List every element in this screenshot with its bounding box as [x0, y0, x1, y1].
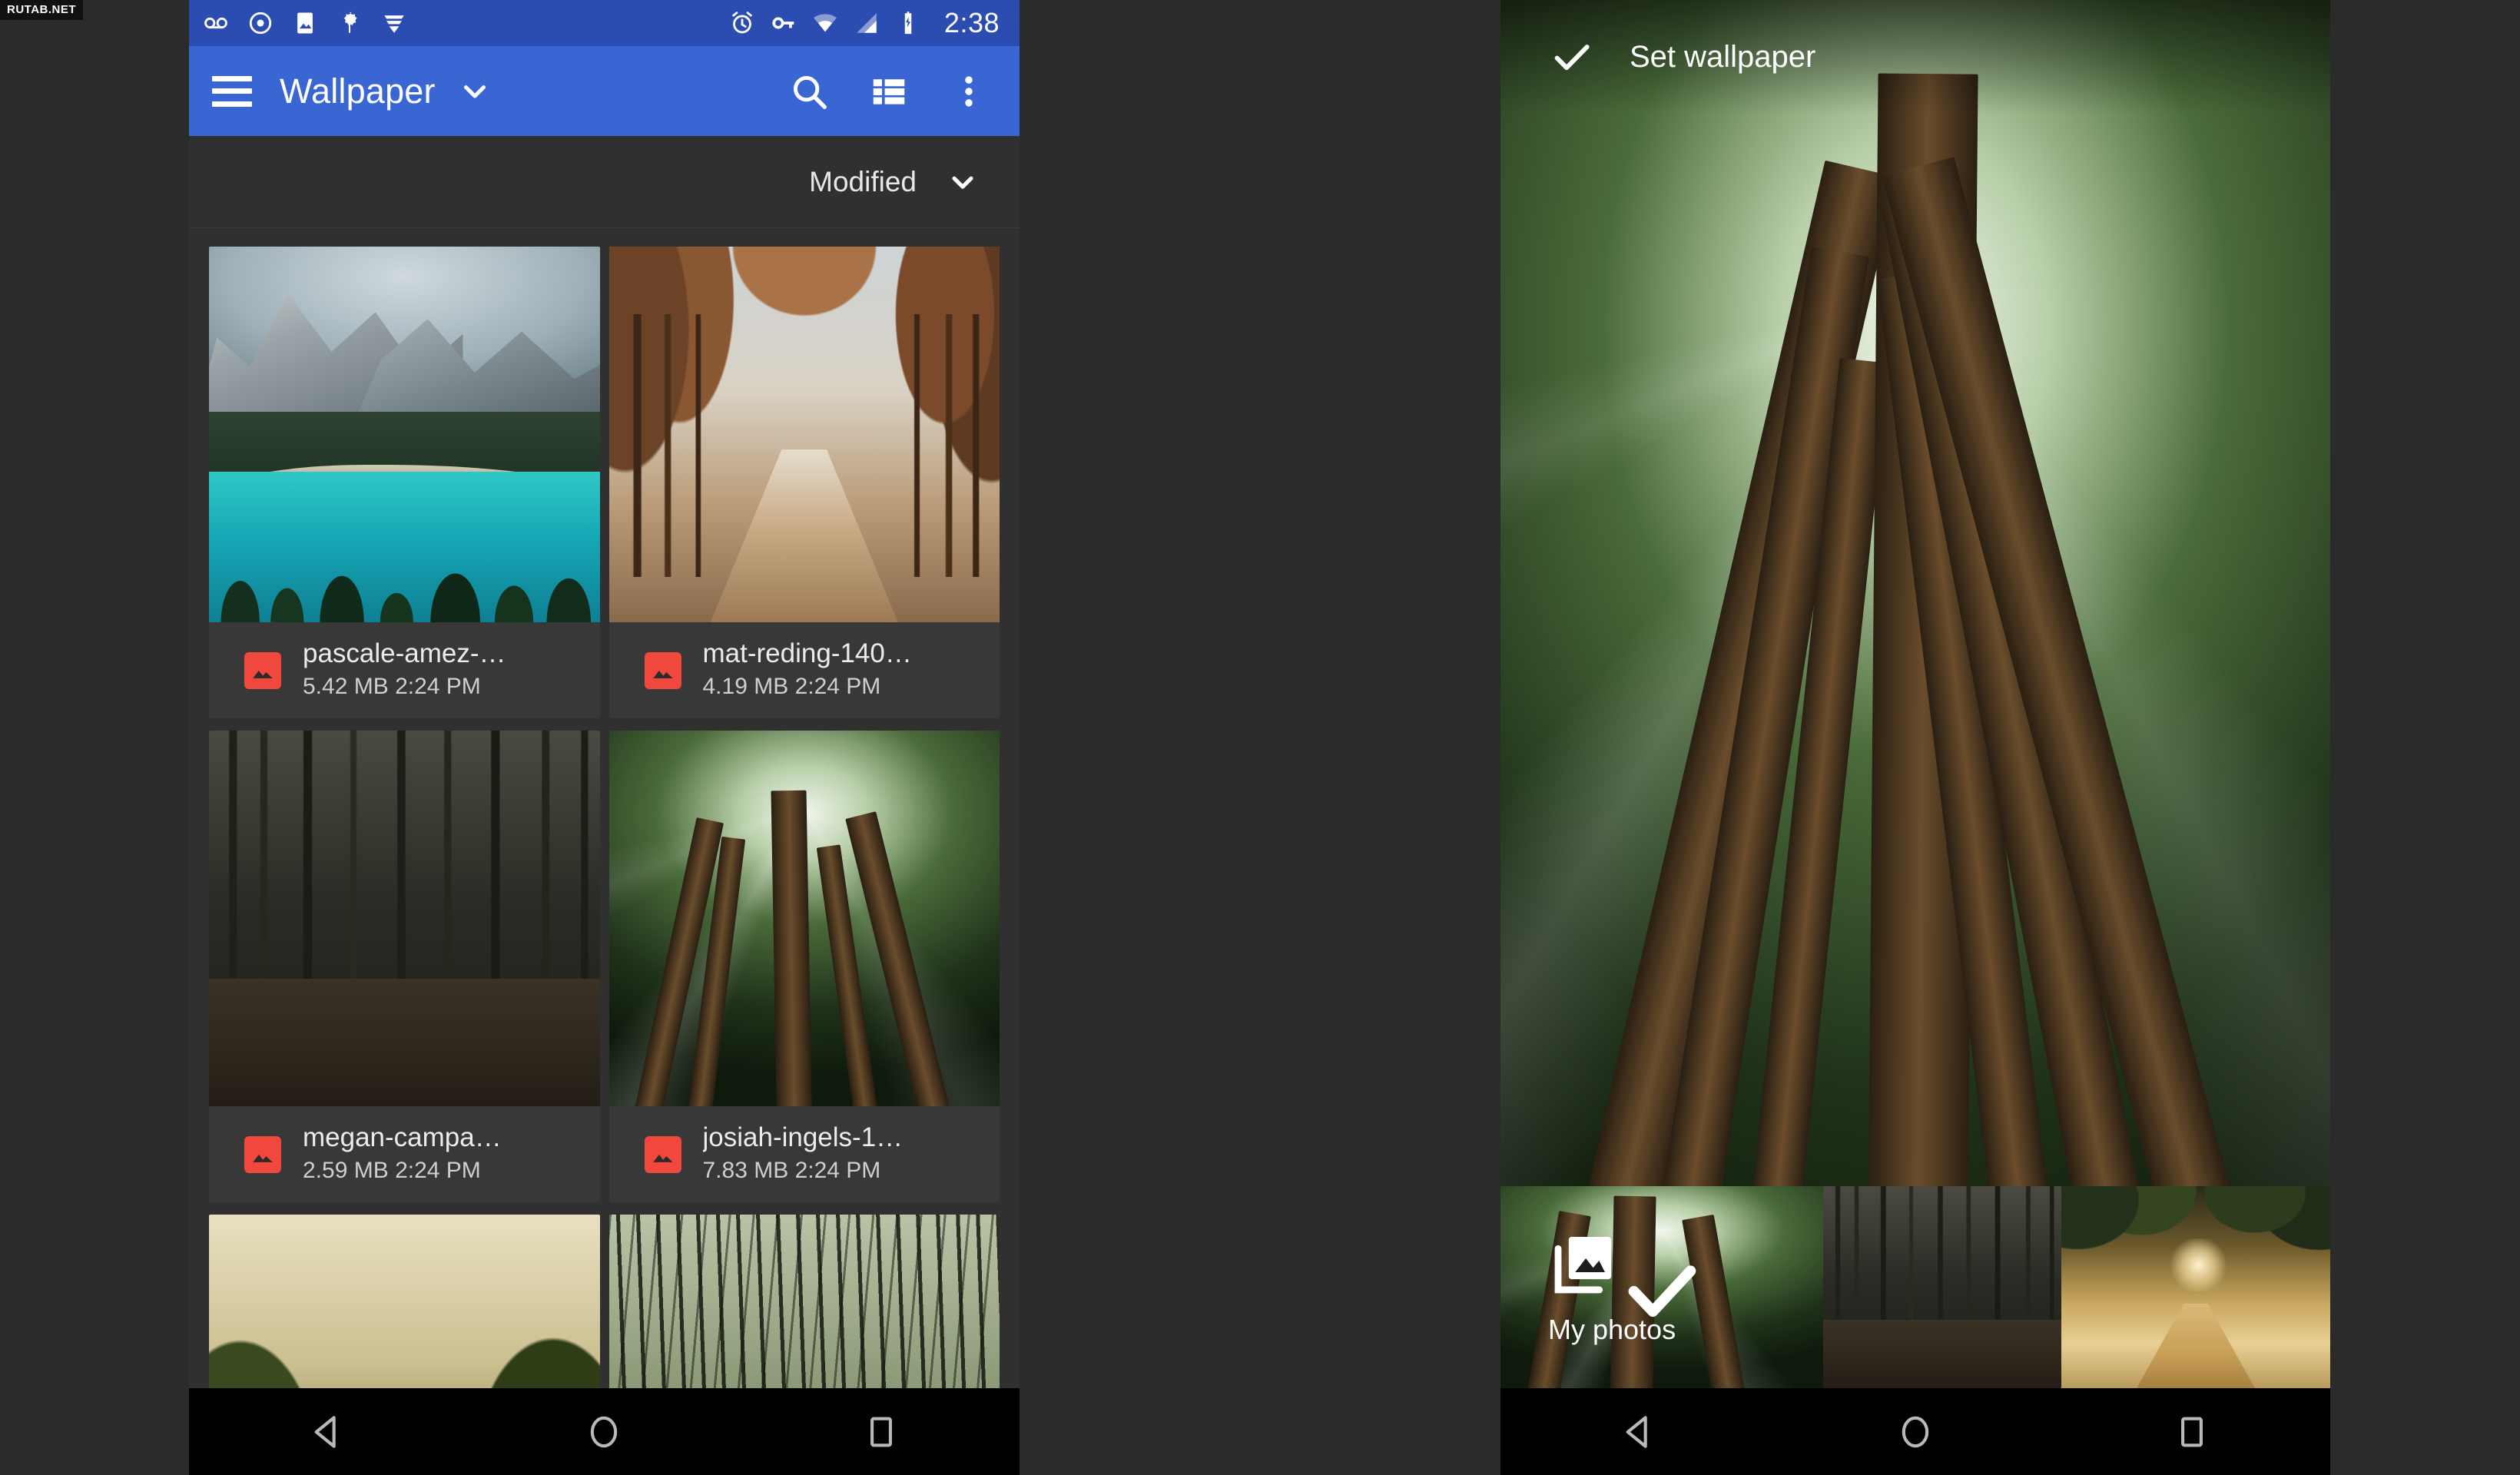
record-icon [249, 12, 272, 35]
image-file-icon [244, 1135, 281, 1173]
file-name: pascale-amez-… [303, 638, 506, 668]
right-phone-screen: Set wallpaper My photos [1500, 0, 2330, 1475]
file-size-time: 7.83 MB 2:24 PM [702, 1157, 881, 1183]
set-wallpaper-label: Set wallpaper [1630, 39, 1816, 74]
hamburger-menu-icon[interactable] [212, 75, 252, 107]
sort-bar[interactable]: Modified [189, 136, 1020, 228]
file-thumbnail [209, 247, 600, 622]
file-size-time: 2.59 MB 2:24 PM [303, 1157, 481, 1183]
recents-nav-icon[interactable] [2146, 1388, 2238, 1475]
view-list-icon[interactable] [867, 70, 910, 113]
file-thumbnail [608, 731, 1000, 1106]
file-meta: pascale-amez-… 5.42 MB 2:24 PM [209, 622, 600, 718]
status-bar-system-icons: 2:38 [729, 7, 1000, 39]
my-photos-button[interactable]: My photos [1548, 1186, 1686, 1388]
wallpaper-thumb[interactable] [2061, 1186, 2330, 1388]
photo-library-icon [1554, 1236, 1612, 1293]
file-card[interactable]: mat-reding-140… 4.19 MB 2:24 PM [608, 247, 1000, 718]
status-bar-notification-icons [203, 10, 407, 36]
voicemail-icon [204, 17, 227, 29]
screenshot-root: RUTAB.NET 2:38 Wallpaper Modified pascal… [0, 0, 2520, 1475]
file-thumbnail [209, 731, 600, 1106]
back-nav-icon[interactable] [1593, 1388, 1685, 1475]
photo-icon [297, 12, 313, 34]
site-watermark: RUTAB.NET [0, 0, 84, 20]
file-card[interactable]: josiah-ingels-1… 7.83 MB 2:24 PM [608, 731, 1000, 1202]
recents-nav-icon[interactable] [835, 1388, 927, 1475]
file-meta: josiah-ingels-1… 7.83 MB 2:24 PM [609, 1106, 1000, 1202]
chevron-down-icon[interactable] [946, 165, 980, 199]
file-name: megan-campa… [303, 1122, 502, 1152]
app-bar-title: Wallpaper [280, 71, 436, 111]
file-card[interactable]: pascale-amez-… 5.42 MB 2:24 PM [209, 247, 600, 718]
search-icon[interactable] [788, 70, 831, 113]
navigation-bar [189, 1388, 1020, 1475]
back-nav-icon[interactable] [281, 1388, 373, 1475]
wallpaper-thumb[interactable] [1823, 1186, 2061, 1388]
left-phone-screen: 2:38 Wallpaper Modified pascale-amez-… 5… [189, 0, 1020, 1475]
navigation-bar [1500, 1388, 2330, 1475]
overflow-menu-icon[interactable] [947, 70, 990, 113]
set-wallpaper-button[interactable]: Set wallpaper [1500, 0, 2330, 114]
file-name: mat-reding-140… [702, 638, 912, 668]
wifi-icon [814, 14, 837, 32]
sort-label: Modified [809, 165, 917, 197]
battery-charging-icon [904, 12, 912, 35]
alarm-icon [732, 12, 752, 34]
signal-icon [857, 13, 877, 33]
leaf-icon [343, 12, 357, 33]
file-card[interactable]: megan-campa… 2.59 MB 2:24 PM [209, 731, 600, 1202]
file-size-time: 4.19 MB 2:24 PM [702, 673, 881, 699]
my-photos-label: My photos [1548, 1313, 1676, 1345]
image-file-icon [244, 651, 281, 689]
check-icon [1554, 45, 1590, 71]
file-meta: mat-reding-140… 4.19 MB 2:24 PM [609, 622, 1000, 718]
file-grid: pascale-amez-… 5.42 MB 2:24 PM mat-redin… [189, 228, 1020, 1475]
app-bar: Wallpaper [189, 46, 1020, 136]
status-bar: 2:38 [189, 0, 1020, 46]
home-nav-icon[interactable] [558, 1388, 650, 1475]
status-bar-clock: 2:38 [943, 7, 1000, 38]
v-badge-icon [384, 15, 404, 33]
home-nav-icon[interactable] [1869, 1388, 1961, 1475]
vpn-key-icon [772, 17, 794, 29]
app-bar-actions [788, 70, 1003, 113]
chevron-down-icon[interactable] [457, 74, 492, 109]
file-name: josiah-ingels-1… [702, 1122, 904, 1152]
file-meta: megan-campa… 2.59 MB 2:24 PM [209, 1106, 600, 1202]
image-file-icon [644, 651, 681, 689]
file-thumbnail [608, 247, 1000, 622]
file-size-time: 5.42 MB 2:24 PM [303, 673, 481, 699]
image-file-icon [644, 1135, 681, 1173]
